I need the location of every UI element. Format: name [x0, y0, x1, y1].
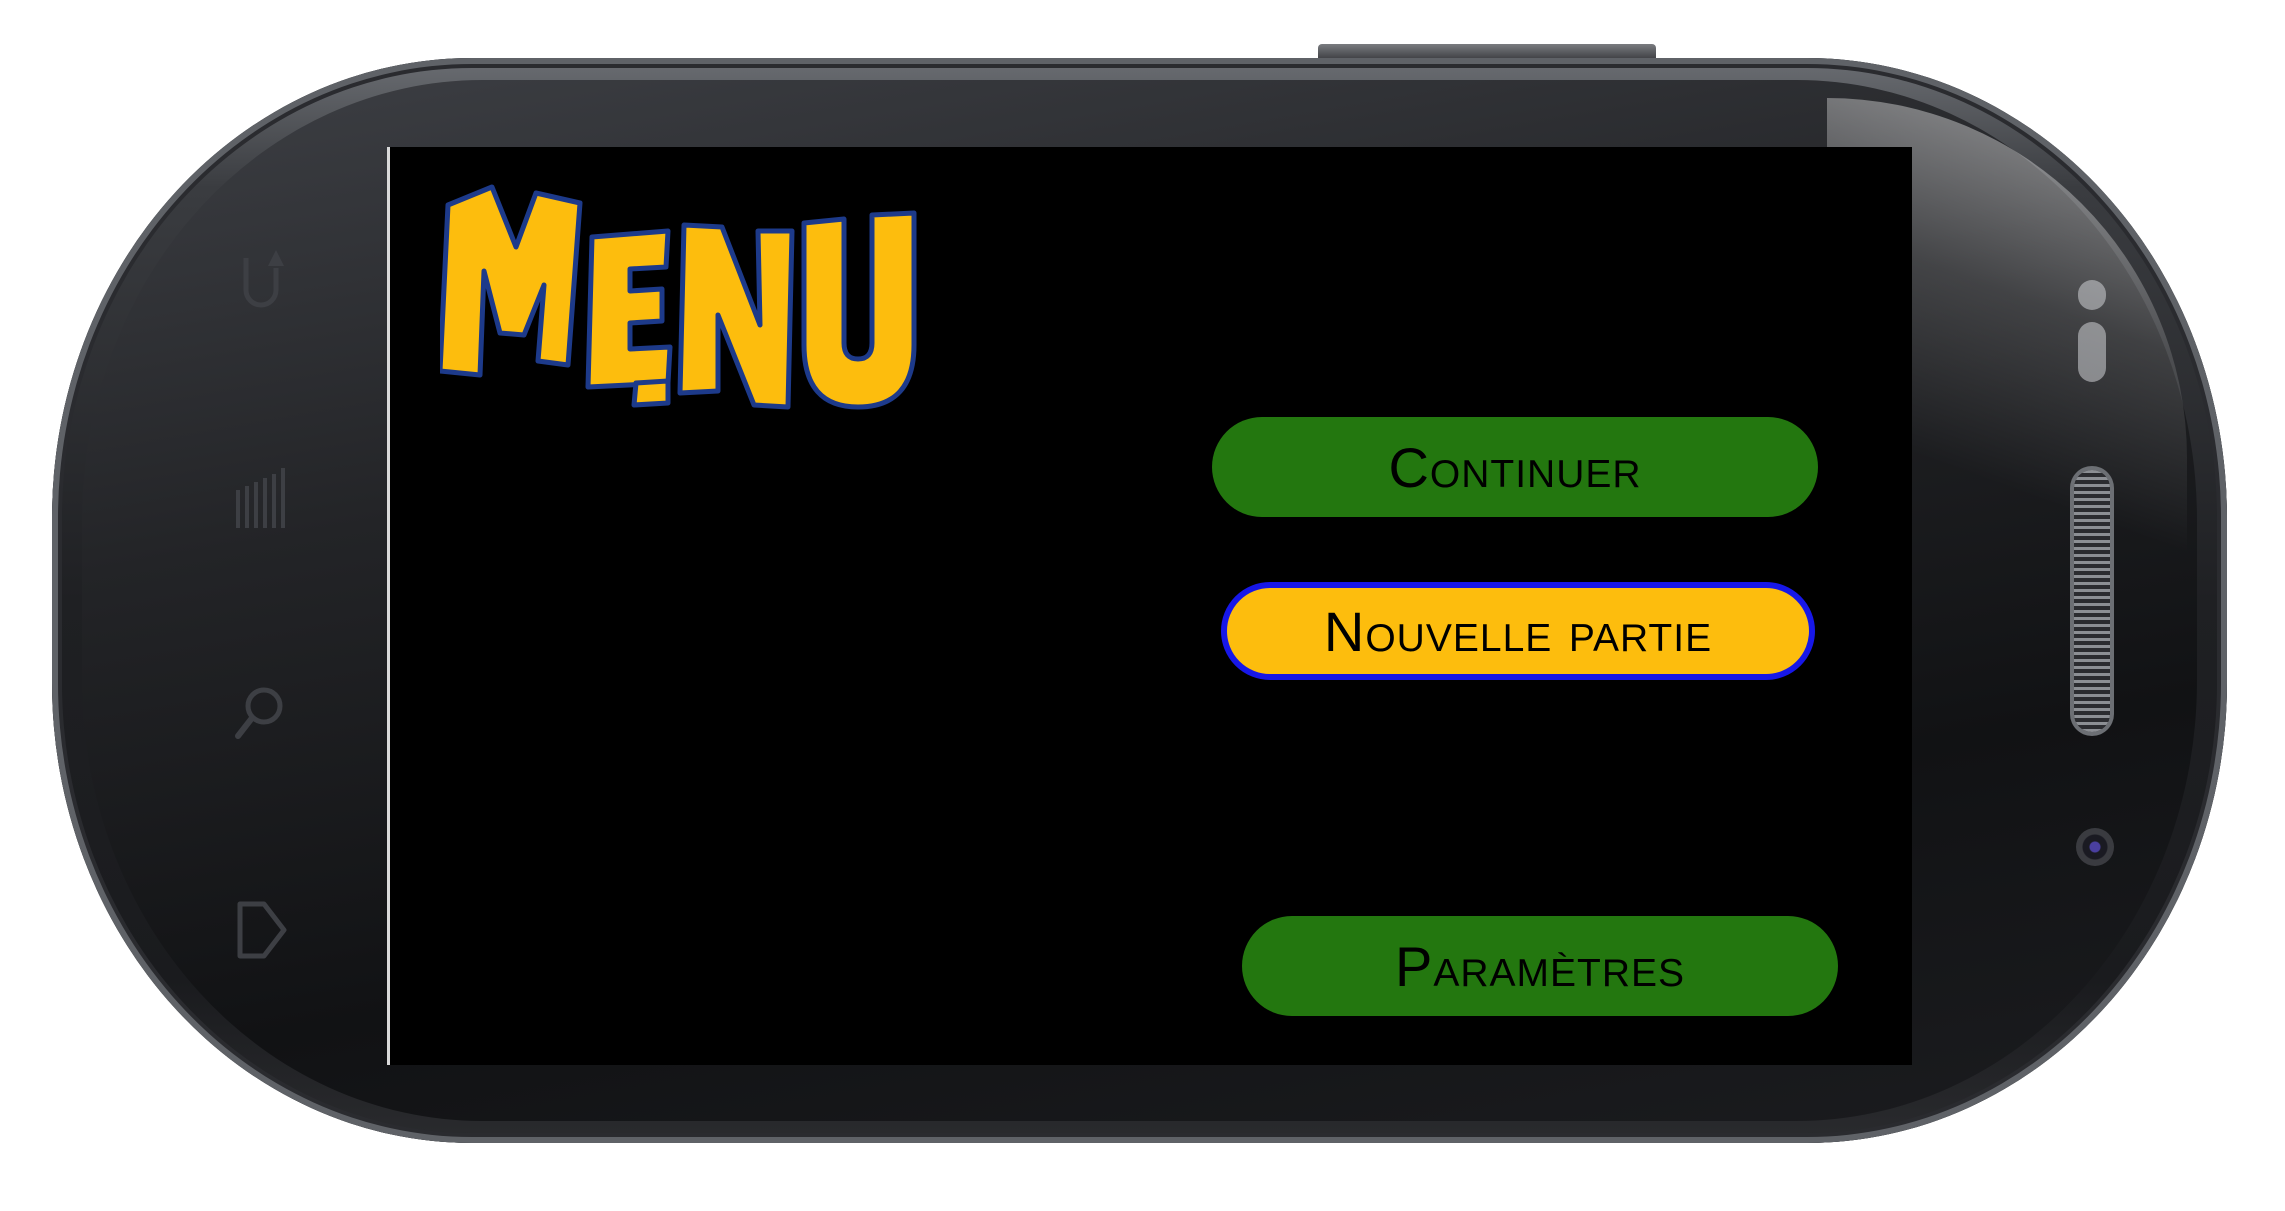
front-camera	[2076, 828, 2114, 866]
device-frame: Continuer Nouvelle partie Paramètres	[0, 0, 2285, 1211]
menu-logo	[440, 184, 917, 410]
earpiece-speaker	[2074, 470, 2110, 732]
new-game-button[interactable]: Nouvelle partie	[1221, 582, 1815, 680]
continue-button[interactable]: Continuer	[1212, 417, 1818, 517]
search-icon[interactable]	[232, 678, 290, 748]
proximity-sensor	[2078, 280, 2106, 310]
menu-icon[interactable]	[232, 462, 290, 532]
home-icon[interactable]	[232, 890, 290, 970]
light-sensor	[2078, 322, 2106, 382]
settings-button[interactable]: Paramètres	[1242, 916, 1838, 1016]
back-icon[interactable]	[232, 238, 290, 318]
